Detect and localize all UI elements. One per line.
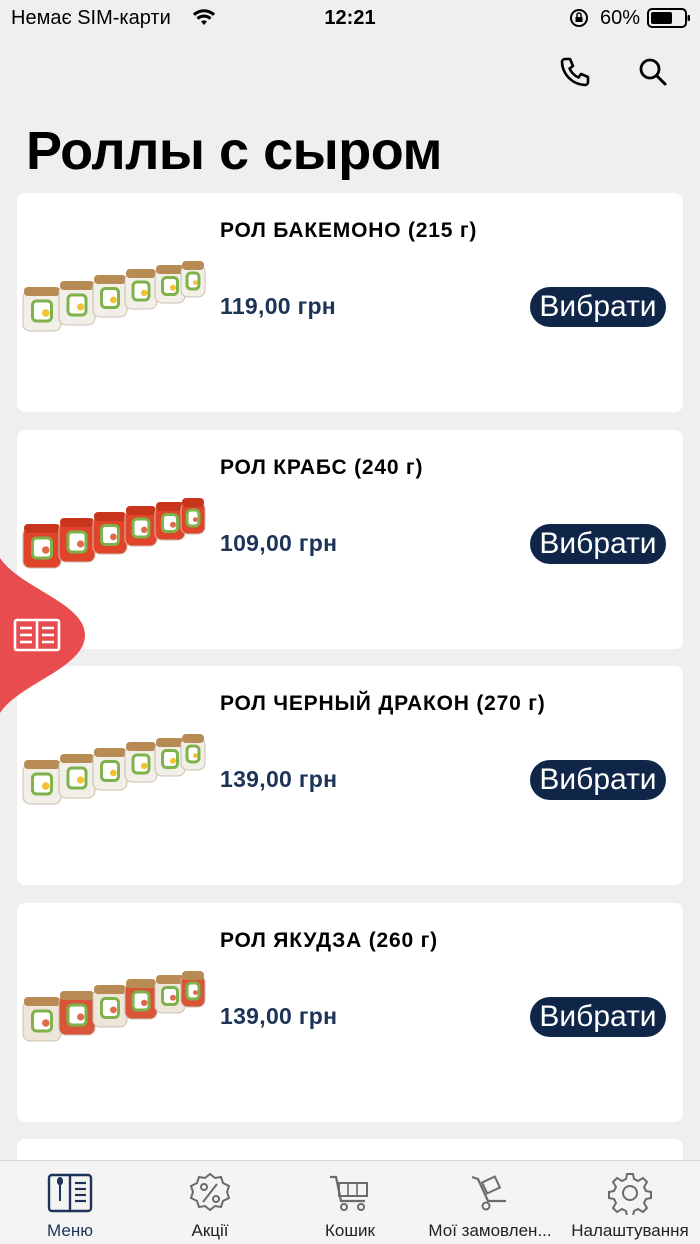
sushi-filling-accent (42, 546, 50, 554)
product-name: РОЛ ЯКУДЗА (260 г) (220, 929, 438, 952)
sushi-topping (156, 738, 184, 747)
sushi-filling-accent (170, 757, 176, 764)
sushi-filling-accent (110, 296, 117, 304)
product-price: 139,00 грн (220, 766, 338, 792)
sushi-filling-accent (77, 776, 85, 784)
cart-icon (330, 1175, 368, 1211)
select-button[interactable]: Вибрати (530, 524, 666, 564)
tab-settings[interactable]: Налаштування (560, 1161, 700, 1244)
product-image[interactable] (19, 716, 209, 826)
tab-label: Мої замовлен... (428, 1221, 552, 1240)
sushi-topping (182, 971, 204, 980)
product-card[interactable]: РОЛ ЯКУДЗА (260 г) 139,00 грн Вибрати (17, 903, 683, 1122)
sushi-filling-accent (141, 289, 148, 296)
side-menu-tab[interactable] (0, 558, 90, 713)
sushi-filling-accent (193, 517, 198, 522)
sushi-filling-accent (110, 1006, 117, 1014)
sushi-topping (156, 502, 184, 511)
sushi-filling (185, 981, 201, 1001)
page-title: Роллы с сыром (26, 121, 442, 181)
select-button[interactable]: Вибрати (530, 997, 666, 1037)
orders-icon (471, 1175, 506, 1211)
tab-label: Налаштування (571, 1221, 689, 1240)
sushi-topping (24, 524, 60, 533)
settings-icon (608, 1173, 652, 1215)
discount-icon (189, 1172, 231, 1212)
sushi-topping (126, 269, 156, 278)
phone-icon (560, 57, 590, 87)
sushi-topping (156, 265, 184, 274)
product-price: 109,00 грн (220, 530, 338, 556)
status-bar: Немає SIM-карти 12:21 60% (0, 0, 700, 36)
search-button[interactable] (635, 54, 671, 90)
sushi-filling-accent (170, 521, 176, 528)
select-button[interactable]: Вибрати (530, 287, 666, 327)
product-card[interactable]: РОЛ БАКЕМОНО (215 г) 119,00 грн Вибрати (17, 193, 683, 412)
sushi-topping (182, 498, 204, 507)
product-card[interactable]: РОЛ КРАБС (240 г) 109,00 грн Вибрати (17, 430, 683, 649)
sushi-filling (185, 271, 201, 291)
sushi-topping (24, 997, 60, 1006)
product-price: 139,00 грн (220, 1003, 338, 1029)
sushi-topping (60, 518, 94, 527)
sushi-topping (94, 512, 126, 521)
sushi-topping (126, 742, 156, 751)
product-price: 119,00 грн (220, 293, 336, 319)
product-image[interactable] (19, 953, 209, 1063)
tab-label: Кошик (325, 1221, 375, 1240)
sushi-topping (182, 261, 204, 270)
phone-button[interactable] (557, 54, 593, 90)
tab-bar: Меню Акції Кошик Мої замовлен... Налашту… (0, 1160, 700, 1244)
product-image[interactable] (19, 243, 209, 353)
product-name: РОЛ КРАБС (240 г) (220, 456, 424, 479)
sushi-filling-accent (77, 540, 85, 548)
clock: 12:21 (324, 7, 376, 29)
sushi-topping (94, 748, 126, 757)
sushi-filling-accent (77, 1013, 85, 1021)
tab-menu[interactable]: Меню (0, 1161, 140, 1244)
select-button[interactable]: Вибрати (530, 760, 666, 800)
sushi-topping (24, 760, 60, 769)
sushi-filling-accent (170, 994, 176, 1001)
battery-icon (647, 8, 690, 28)
sushi-filling-accent (42, 782, 50, 790)
sushi-filling-accent (170, 284, 176, 291)
menu-icon (47, 1173, 93, 1213)
sushi-topping (182, 734, 204, 743)
tab-my-orders[interactable]: Мої замовлен... (420, 1161, 560, 1244)
sushi-filling-accent (141, 526, 148, 533)
sushi-topping (94, 275, 126, 284)
sushi-filling-accent (193, 280, 198, 285)
sushi-topping (60, 281, 94, 290)
sushi-filling-accent (193, 753, 198, 758)
product-name: РОЛ БАКЕМОНО (215 г) (220, 219, 478, 242)
rotation-lock-icon (570, 9, 588, 27)
sushi-filling (185, 744, 201, 764)
tab-label: Меню (47, 1221, 93, 1240)
sushi-topping (156, 975, 184, 984)
sushi-topping (94, 985, 126, 994)
sushi-filling-accent (110, 533, 117, 541)
tab-promotions[interactable]: Акції (140, 1161, 280, 1244)
sushi-topping (60, 991, 94, 1000)
search-icon (639, 58, 667, 86)
product-card[interactable]: РОЛ ЧЕРНЫЙ ДРАКОН (270 г) 139,00 грн Виб… (17, 666, 683, 885)
sushi-filling-accent (141, 762, 148, 769)
battery-percent: 60% (600, 7, 641, 29)
sushi-filling-accent (77, 303, 85, 311)
sushi-filling-accent (110, 769, 117, 777)
sushi-filling-accent (193, 990, 198, 995)
tab-cart[interactable]: Кошик (280, 1161, 420, 1244)
sushi-filling-accent (42, 309, 50, 317)
sushi-topping (126, 979, 156, 988)
sushi-filling-accent (42, 1019, 50, 1027)
tab-label: Акції (191, 1221, 229, 1240)
sushi-topping (60, 754, 94, 763)
sushi-topping (126, 506, 156, 515)
sushi-filling (185, 508, 201, 528)
sushi-topping (24, 287, 60, 296)
product-name: РОЛ ЧЕРНЫЙ ДРАКОН (270 г) (220, 692, 546, 715)
side-tab-shape (0, 558, 85, 713)
sushi-filling-accent (141, 999, 148, 1006)
